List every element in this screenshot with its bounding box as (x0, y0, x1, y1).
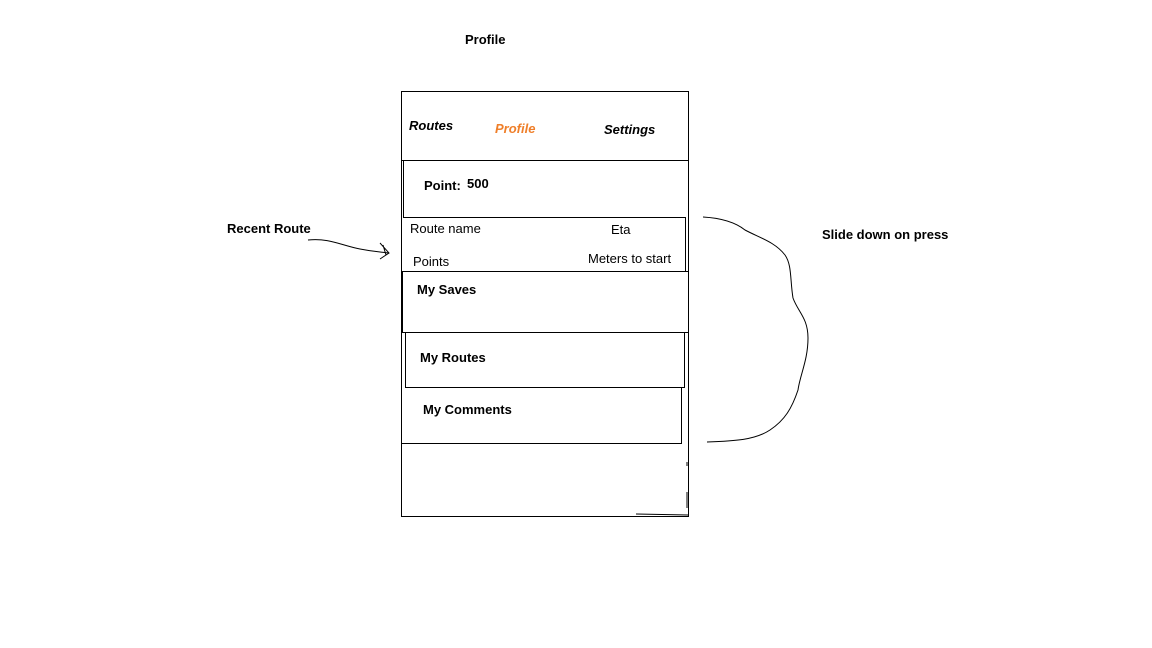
arrow-head-icon (379, 242, 390, 260)
frame-edge-scribble (635, 462, 689, 516)
slide-down-bracket (702, 216, 809, 443)
recent-route-arrow (307, 239, 390, 254)
annotation-drawings (307, 216, 809, 516)
